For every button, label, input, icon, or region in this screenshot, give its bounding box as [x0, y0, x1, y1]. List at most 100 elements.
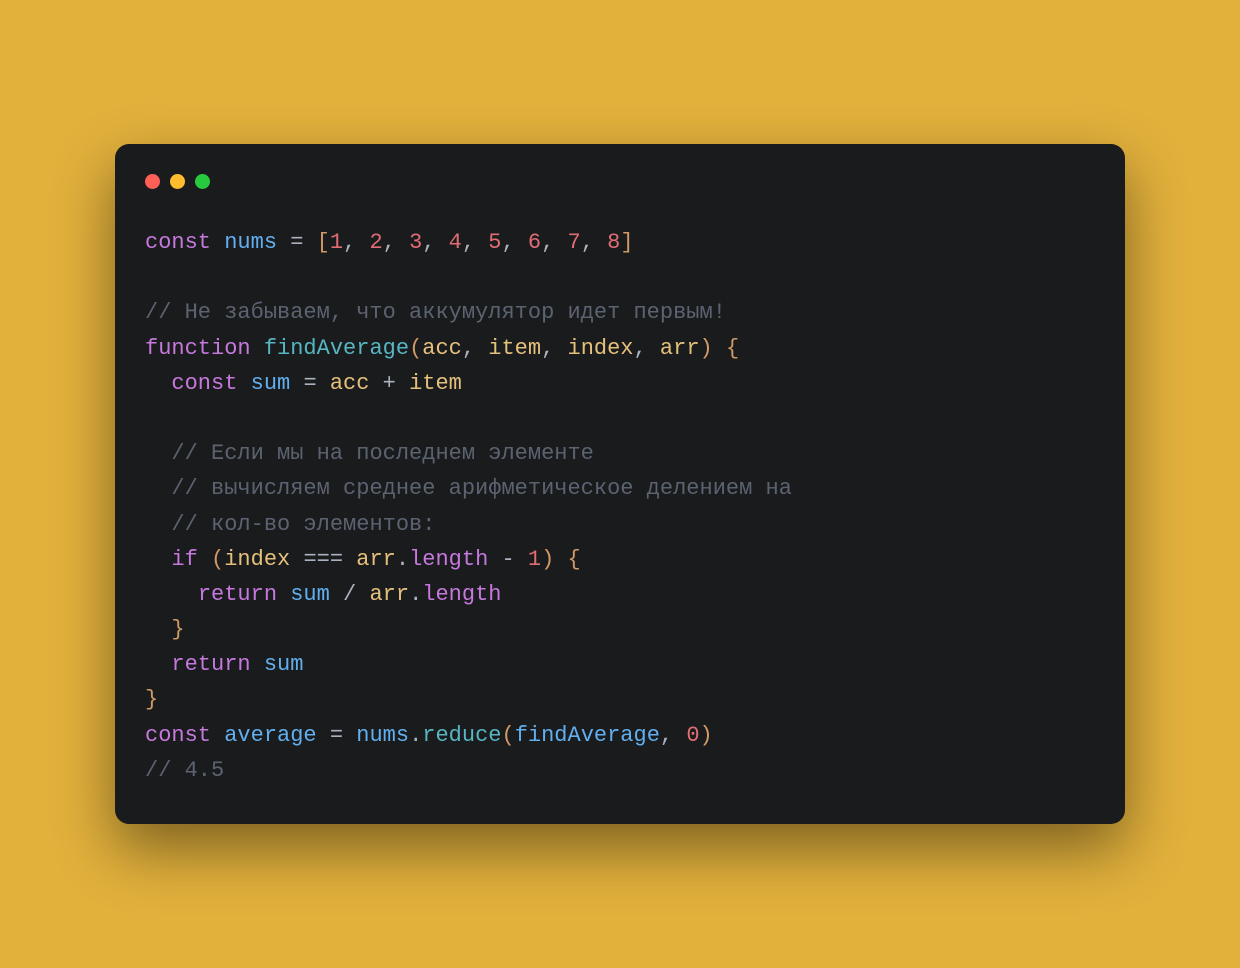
code-token: acc [330, 371, 370, 396]
close-icon[interactable] [145, 174, 160, 189]
code-token: , [634, 336, 660, 361]
code-token: reduce [422, 723, 501, 748]
maximize-icon[interactable] [195, 174, 210, 189]
code-token: , [343, 230, 369, 255]
code-token [145, 547, 171, 572]
code-token: 3 [409, 230, 422, 255]
code-token: , [422, 230, 448, 255]
code-token: , [660, 723, 686, 748]
code-token: length [409, 547, 488, 572]
code-token [488, 547, 501, 572]
code-token: ( [211, 547, 224, 572]
code-token: ( [409, 336, 422, 361]
code-token: 1 [528, 547, 541, 572]
code-token [317, 723, 330, 748]
code-token: index [224, 547, 290, 572]
code-token: ) [541, 547, 554, 572]
code-token: === [303, 547, 343, 572]
code-token: , [383, 230, 409, 255]
code-token: length [422, 582, 501, 607]
code-token [290, 371, 303, 396]
code-token: findAverage [515, 723, 660, 748]
code-token: // Если мы на последнем элементе [171, 441, 593, 466]
code-token: / [343, 582, 356, 607]
code-token: , [462, 336, 488, 361]
code-token: - [501, 547, 514, 572]
code-token [330, 582, 343, 607]
code-token: ) [700, 336, 713, 361]
code-token [198, 547, 211, 572]
code-token [251, 652, 264, 677]
code-token: nums [356, 723, 409, 748]
code-token: item [488, 336, 541, 361]
code-token: const [171, 371, 237, 396]
code-token: , [541, 336, 567, 361]
code-token [277, 230, 290, 255]
minimize-icon[interactable] [170, 174, 185, 189]
code-token: ) [700, 723, 713, 748]
code-token [554, 547, 567, 572]
code-token: , [541, 230, 567, 255]
code-token: sum [264, 652, 304, 677]
code-token [145, 617, 171, 642]
code-token: // кол-во элементов: [171, 512, 435, 537]
code-window: const nums = [1, 2, 3, 4, 5, 6, 7, 8] //… [115, 144, 1125, 824]
code-token: } [171, 617, 184, 642]
code-token: = [290, 230, 303, 255]
code-token: + [383, 371, 396, 396]
code-token [237, 371, 250, 396]
code-token [145, 652, 171, 677]
code-token: arr [369, 582, 409, 607]
code-token: [ [317, 230, 330, 255]
code-token: 2 [369, 230, 382, 255]
code-token [211, 723, 224, 748]
code-token: // Не забываем, что аккумулятор идет пер… [145, 300, 726, 325]
code-token: 1 [330, 230, 343, 255]
code-token [145, 512, 171, 537]
code-token: arr [356, 547, 396, 572]
code-token: average [224, 723, 316, 748]
code-token: , [462, 230, 488, 255]
code-token: if [171, 547, 197, 572]
code-token: { [568, 547, 581, 572]
code-token [145, 582, 198, 607]
code-token [317, 371, 330, 396]
code-token: item [409, 371, 462, 396]
code-token: function [145, 336, 251, 361]
code-token: return [171, 652, 250, 677]
code-token: 7 [568, 230, 581, 255]
code-token: const [145, 230, 211, 255]
code-token: 5 [488, 230, 501, 255]
code-token: } [145, 687, 158, 712]
code-token [356, 582, 369, 607]
code-token: = [330, 723, 343, 748]
code-token: sum [251, 371, 291, 396]
code-token: . [409, 582, 422, 607]
code-token: const [145, 723, 211, 748]
code-token: = [303, 371, 316, 396]
code-token [303, 230, 316, 255]
code-token: nums [224, 230, 277, 255]
code-token: , [501, 230, 527, 255]
code-token: acc [422, 336, 462, 361]
code-token: // вычисляем среднее арифметическое деле… [171, 476, 792, 501]
code-block: const nums = [1, 2, 3, 4, 5, 6, 7, 8] //… [145, 225, 1095, 788]
code-token: , [581, 230, 607, 255]
code-token [396, 371, 409, 396]
code-token: { [726, 336, 739, 361]
code-token [369, 371, 382, 396]
code-token [290, 547, 303, 572]
code-token: ( [501, 723, 514, 748]
code-token: return [198, 582, 277, 607]
code-token [515, 547, 528, 572]
code-token [343, 723, 356, 748]
code-token [211, 230, 224, 255]
code-token: 6 [528, 230, 541, 255]
code-token: ] [620, 230, 633, 255]
code-token [145, 476, 171, 501]
code-token: findAverage [264, 336, 409, 361]
code-token [713, 336, 726, 361]
code-token: 8 [607, 230, 620, 255]
code-token [277, 582, 290, 607]
code-token [251, 336, 264, 361]
